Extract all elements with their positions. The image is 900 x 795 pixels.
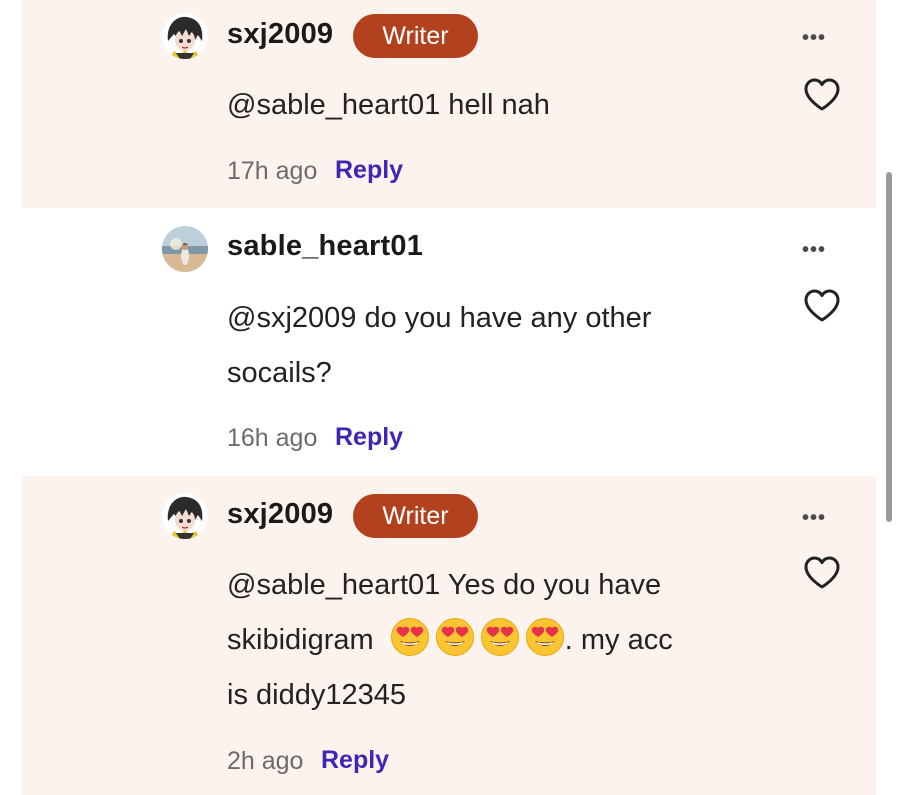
reply-button[interactable]: Reply xyxy=(321,746,389,775)
more-options-button[interactable]: ••• xyxy=(802,508,826,528)
comment-text-line: @sxj2009 do you have any other xyxy=(227,302,652,334)
more-options-button[interactable]: ••• xyxy=(802,240,826,260)
heart-eyes-emoji-icon xyxy=(390,617,430,657)
comment-item: sxj2009 Writer ••• @sable_heart01 hell n… xyxy=(22,0,876,208)
comment-username[interactable]: sable_heart01 xyxy=(227,230,423,263)
comment-item: sxj2009 Writer ••• @sable_heart01 Yes do… xyxy=(22,476,876,795)
more-options-button[interactable]: ••• xyxy=(802,28,826,48)
comment-text-line: @sable_heart01 hell nah xyxy=(227,89,550,121)
more-dots-icon: ••• xyxy=(802,239,827,261)
emoji-group xyxy=(390,624,565,656)
user-avatar[interactable] xyxy=(162,226,208,272)
comment-text: @sable_heart01 hell nah xyxy=(227,78,747,133)
comment-text: @sxj2009 do you have any other socails? xyxy=(227,291,747,401)
like-button[interactable] xyxy=(802,286,842,326)
comment-username[interactable]: sxj2009 xyxy=(227,498,333,531)
more-dots-icon: ••• xyxy=(802,27,827,49)
comment-timestamp: 16h ago xyxy=(227,424,318,452)
anime-avatar-icon xyxy=(162,13,208,59)
user-avatar[interactable] xyxy=(162,13,208,59)
reply-button[interactable]: Reply xyxy=(335,423,403,452)
more-dots-icon: ••• xyxy=(802,507,827,529)
anime-avatar-icon xyxy=(162,493,208,539)
comment-timestamp: 17h ago xyxy=(227,157,318,185)
comment-text-line: @sable_heart01 Yes do you have xyxy=(227,569,662,601)
scrollbar[interactable] xyxy=(886,172,892,522)
writer-badge: Writer xyxy=(353,494,478,538)
heart-outline-icon xyxy=(802,75,842,115)
heart-eyes-emoji-icon xyxy=(480,617,520,657)
reply-button[interactable]: Reply xyxy=(335,156,403,185)
comment-username[interactable]: sxj2009 xyxy=(227,18,333,51)
user-avatar[interactable] xyxy=(162,493,208,539)
comment-text-line: socails? xyxy=(227,357,332,389)
heart-eyes-emoji-icon xyxy=(435,617,475,657)
comment-text-line: is diddy12345 xyxy=(227,679,406,711)
beach-photo-avatar-icon xyxy=(162,226,208,272)
comment-text-segment: skibidigram xyxy=(227,624,374,656)
comment-text-segment: . my acc xyxy=(564,624,673,656)
writer-badge: Writer xyxy=(353,14,478,58)
heart-eyes-emoji-icon xyxy=(525,617,565,657)
comment-text-line: skibidigram . my acc xyxy=(227,613,747,668)
heart-outline-icon xyxy=(802,286,842,326)
comment-timestamp: 2h ago xyxy=(227,747,304,775)
comment-text: @sable_heart01 Yes do you have skibidigr… xyxy=(227,558,747,723)
comment-item: sable_heart01 ••• @sxj2009 do you have a… xyxy=(22,208,876,476)
like-button[interactable] xyxy=(802,75,842,115)
like-button[interactable] xyxy=(802,553,842,593)
heart-outline-icon xyxy=(802,553,842,593)
